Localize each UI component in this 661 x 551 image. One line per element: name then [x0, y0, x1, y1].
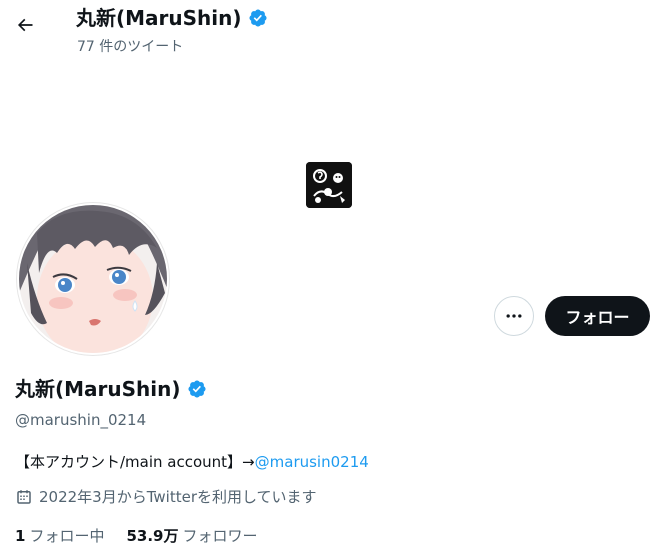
header-title: 丸新(MaruShin): [76, 6, 242, 30]
header-title-group: 丸新(MaruShin): [76, 4, 268, 32]
profile-handle: @marushin_0214: [15, 411, 147, 429]
profile-name: 丸新(MaruShin): [15, 377, 181, 401]
verified-badge-icon[interactable]: [187, 379, 207, 399]
more-dots-icon: [504, 306, 524, 326]
profile-bio: 【本アカウント/main account】→@marusin0214: [15, 452, 369, 472]
follow-button[interactable]: フォロー: [545, 296, 650, 336]
verified-badge-icon: [248, 8, 268, 28]
back-arrow-icon: [15, 15, 35, 39]
profile-page: 丸新(MaruShin) 77 件のツイート フォロー 丸新(MaruShin)…: [0, 0, 661, 551]
followers-label: フォロワー: [182, 527, 258, 545]
joined-date-text: 2022年3月からTwitterを利用しています: [39, 488, 317, 506]
following-label: フォロー中: [29, 527, 105, 545]
tweet-count: 77 件のツイート: [77, 39, 184, 55]
joined-date-row: 2022年3月からTwitterを利用しています: [15, 487, 317, 507]
back-button[interactable]: [10, 12, 40, 42]
calendar-icon: [15, 488, 33, 506]
profile-avatar[interactable]: [17, 203, 169, 355]
more-options-button[interactable]: [494, 296, 534, 336]
followers-count: 53.9万: [126, 527, 179, 545]
following-stat[interactable]: 1 フォロー中: [15, 526, 104, 546]
profile-header: 丸新(MaruShin) 77 件のツイート: [0, 0, 661, 60]
profile-name-group: 丸新(MaruShin): [15, 376, 207, 402]
banner-logo-image: [306, 162, 352, 208]
bio-mention-link[interactable]: @marusin0214: [255, 453, 369, 471]
following-count: 1: [15, 527, 26, 545]
bio-text: 【本アカウント/main account】→: [15, 453, 255, 471]
followers-stat[interactable]: 53.9万 フォロワー: [126, 526, 257, 546]
follow-stats: 1 フォロー中 53.9万 フォロワー: [15, 526, 257, 546]
